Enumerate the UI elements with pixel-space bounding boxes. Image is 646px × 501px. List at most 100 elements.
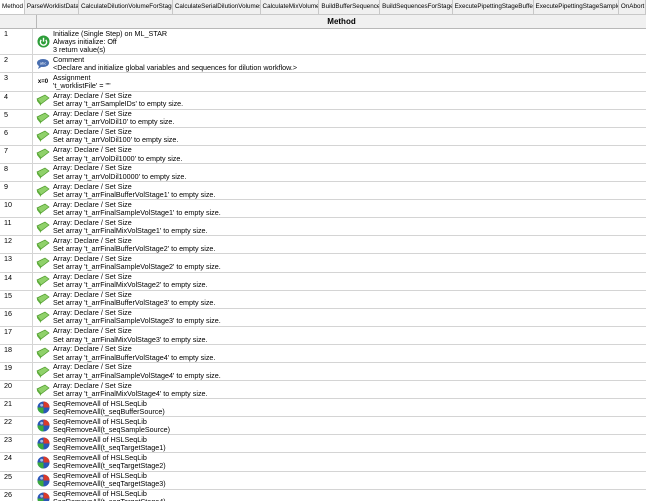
step-row[interactable]: 3 x=0 Assignment't_worklistFile' = "" xyxy=(0,72,646,92)
tab-method[interactable]: Method xyxy=(0,0,25,14)
step-number: 26 xyxy=(0,489,33,501)
step-description: Array: Declare / Set Size Set array 't_ar… xyxy=(53,182,646,199)
step-row[interactable]: 22 SeqRemoveAll of HSLSeqLib SeqRemoveAll(… xyxy=(0,417,646,436)
step-row[interactable]: 14 Array: Declare / Set Size Set array 't_… xyxy=(0,272,646,291)
step-detail: Always initialize: Off xyxy=(53,36,117,46)
tab-onabort[interactable]: OnAbort xyxy=(618,0,646,14)
library-icon xyxy=(33,399,53,416)
library-icon xyxy=(33,417,53,434)
step-number: 21 xyxy=(0,399,33,417)
assignment-icon: x=0 xyxy=(33,73,53,90)
step-detail: Set array 't_arrFinalMixVolStage1' to em… xyxy=(53,225,208,235)
step-row[interactable]: 4 Array: Declare / Set Size Set array 't_a… xyxy=(0,91,646,110)
step-detail: Set array 't_arrFinalBufferVolStage2' to… xyxy=(53,244,216,254)
step-number: 6 xyxy=(0,127,33,145)
step-detail: SeqRemoveAll(t_seqTargetStage1) xyxy=(53,443,166,453)
step-title: Initialize (Single Step) on ML_STAR xyxy=(53,29,168,38)
array-icon xyxy=(33,200,53,217)
library-icon xyxy=(33,435,53,452)
tab-executepipettingstagesample[interactable]: ExecutePipettingStageSample xyxy=(533,0,619,14)
step-description: Array: Declare / Set Size Set array 't_ar… xyxy=(53,308,646,326)
array-icon xyxy=(33,164,53,181)
array-icon xyxy=(33,363,53,380)
step-number: 14 xyxy=(0,272,33,290)
step-row[interactable]: 7 Array: Declare / Set Size Set array 't_a… xyxy=(0,146,646,164)
step-row[interactable]: 6 Array: Declare / Set Size Set array 't_a… xyxy=(0,128,646,146)
step-detail: Set array 't_arrFinalSampleVolStage3' to… xyxy=(53,316,221,326)
step-row[interactable]: 21 SeqRemoveAll of HSLSeqLib SeqRemoveAll(… xyxy=(0,399,646,418)
step-detail: Set array 't_arrFinalMixVolStage4' to em… xyxy=(53,388,208,398)
step-row[interactable]: 5 Array: Declare / Set Size Set array 't_a… xyxy=(0,109,646,128)
tab-bar: Method ParseWorklistData CalculateDilution… xyxy=(0,0,646,15)
step-description: Array: Declare / Set Size Set array 't_ar… xyxy=(53,254,646,271)
step-detail: Set array 't_arrFinalBufferVolStage1' to… xyxy=(53,189,216,199)
array-icon xyxy=(33,327,53,344)
step-row[interactable]: 17 Array: Declare / Set Size Set array 't_… xyxy=(0,327,646,345)
step-detail: <Declare and initialize global variables… xyxy=(53,63,298,73)
method-step-list[interactable]: 1 Initialize (Single Step) on ML_STAR Alwa… xyxy=(0,29,646,501)
step-row[interactable]: 18 Array: Declare / Set Size Set array 't_… xyxy=(0,345,646,363)
step-number: 25 xyxy=(0,471,33,489)
assignment-icon-label: x=0 xyxy=(37,79,49,86)
tab-buildbuffersequence[interactable]: BuildBufferSequence xyxy=(319,0,381,14)
step-number: 4 xyxy=(0,91,33,109)
array-icon xyxy=(33,218,53,235)
step-row[interactable]: 24 SeqRemoveAll of HSLSeqLib SeqRemoveAll(… xyxy=(0,453,646,472)
tab-calculatemixvolume[interactable]: CalculateMixVolume xyxy=(260,0,320,14)
step-row[interactable]: 19 Array: Declare / Set Size Set array 't_… xyxy=(0,363,646,382)
tab-parseworklistdata[interactable]: ParseWorklistData xyxy=(24,0,79,14)
row-number-header xyxy=(0,15,37,28)
step-description: Array: Declare / Set Size Set array 't_ar… xyxy=(53,91,646,109)
step-description: Array: Declare / Set Size Set array 't_ar… xyxy=(53,345,646,362)
array-icon xyxy=(33,146,53,163)
array-icon xyxy=(33,291,53,308)
array-icon xyxy=(33,254,53,271)
tab-buildsequencesforstage[interactable]: BuildSequencesForStage xyxy=(380,0,453,14)
tab-executepipettingstagebuffer[interactable]: ExecutePipettingStageBuffer xyxy=(452,0,534,14)
step-row[interactable]: 13 Array: Declare / Set Size Set array 't_… xyxy=(0,254,646,273)
step-row[interactable]: 11 Array: Declare / Set Size Set array 't_… xyxy=(0,218,646,237)
step-row[interactable]: 25 SeqRemoveAll of HSLSeqLib SeqRemoveAll(… xyxy=(0,471,646,490)
library-icon xyxy=(33,453,53,470)
step-title: Assignment xyxy=(53,72,91,82)
tab-calculateserialdilutionvolumes[interactable]: CalculateSerialDilutionVolumes xyxy=(172,0,261,14)
step-description: Array: Declare / Set Size Set array 't_ar… xyxy=(53,164,646,181)
step-description: SeqRemoveAll of HSLSeqLibSeqRemoveAll(t_… xyxy=(53,489,646,501)
step-detail: Set array 't_arrFinalBufferVolStage3' to… xyxy=(53,298,216,308)
step-description: Array: Declare / Set Size Set array 't_ar… xyxy=(53,128,646,145)
step-number: 23 xyxy=(0,435,33,453)
step-number: 3 xyxy=(0,73,33,91)
tab-calculatedilutionvolumeforstage[interactable]: CalculateDilutionVolumeForStage xyxy=(78,0,173,14)
step-detail: Set array 't_arrFinalSampleVolStage4' to… xyxy=(53,370,221,380)
step-row[interactable]: 16 Array: Declare / Set Size Set array 't_… xyxy=(0,308,646,327)
step-detail: Set array 't_arrFinalMixVolStage2' to em… xyxy=(53,280,208,290)
step-detail: Set array 't_arrSampleIDs' to empty size… xyxy=(53,99,184,109)
step-detail: 3 return value(s) xyxy=(53,44,106,54)
step-number: 8 xyxy=(0,163,33,182)
step-row[interactable]: 15 Array: Declare / Set Size Set array 't_… xyxy=(0,290,646,309)
step-description: SeqRemoveAll of HSLSeqLibSeqRemoveAll(t_… xyxy=(53,453,646,470)
step-number: 13 xyxy=(0,254,33,272)
step-description: Array: Declare / Set Size Set array 't_ar… xyxy=(53,146,646,163)
step-row[interactable]: 26 SeqRemoveAll of HSLSeqLibSeqRemoveAll(… xyxy=(0,489,646,501)
step-row[interactable]: 2 abc Comment <Declare and initialize globa… xyxy=(0,55,646,74)
step-row[interactable]: 10 Array: Declare / Set Size Set array 't_… xyxy=(0,200,646,219)
step-description: SeqRemoveAll of HSLSeqLibSeqRemoveAll(t_… xyxy=(53,417,646,434)
array-icon xyxy=(33,128,53,145)
step-row[interactable]: 23 SeqRemoveAll of HSLSeqLib SeqRemoveAll(… xyxy=(0,435,646,454)
step-description: Array: Declare / Set Size Set array 't_ar… xyxy=(53,218,646,235)
method-column-header[interactable]: Method xyxy=(37,15,646,28)
svg-text:abc: abc xyxy=(40,60,46,65)
step-row[interactable]: 20 Array: Declare / Set Size Set array 't_… xyxy=(0,381,646,400)
step-row[interactable]: 9 Array: Declare / Set Size Set array 't_a… xyxy=(0,182,646,201)
step-description: Array: Declare / Set Size Set array 't_ar… xyxy=(53,363,646,380)
step-description: Array: Declare / Set Size Set array 't_ar… xyxy=(53,327,646,344)
step-detail: SeqRemoveAll(t_seqTargetStage3) xyxy=(53,479,166,489)
step-description: SeqRemoveAll of HSLSeqLibSeqRemoveAll(t_… xyxy=(53,435,646,452)
step-detail: Set array 't_arrVolDil10' to empty size. xyxy=(53,117,175,127)
step-row[interactable]: 8 Array: Declare / Set Size Set array 't_a… xyxy=(0,163,646,183)
step-description: SeqRemoveAll of HSLSeqLibSeqRemoveAll(t_… xyxy=(53,399,646,416)
step-detail: Set array 't_arrVolDil1000' to empty siz… xyxy=(53,153,183,163)
step-row[interactable]: 1 Initialize (Single Step) on ML_STAR Alwa… xyxy=(0,29,646,56)
step-row[interactable]: 12 Array: Declare / Set Size Set array 't_… xyxy=(0,236,646,255)
